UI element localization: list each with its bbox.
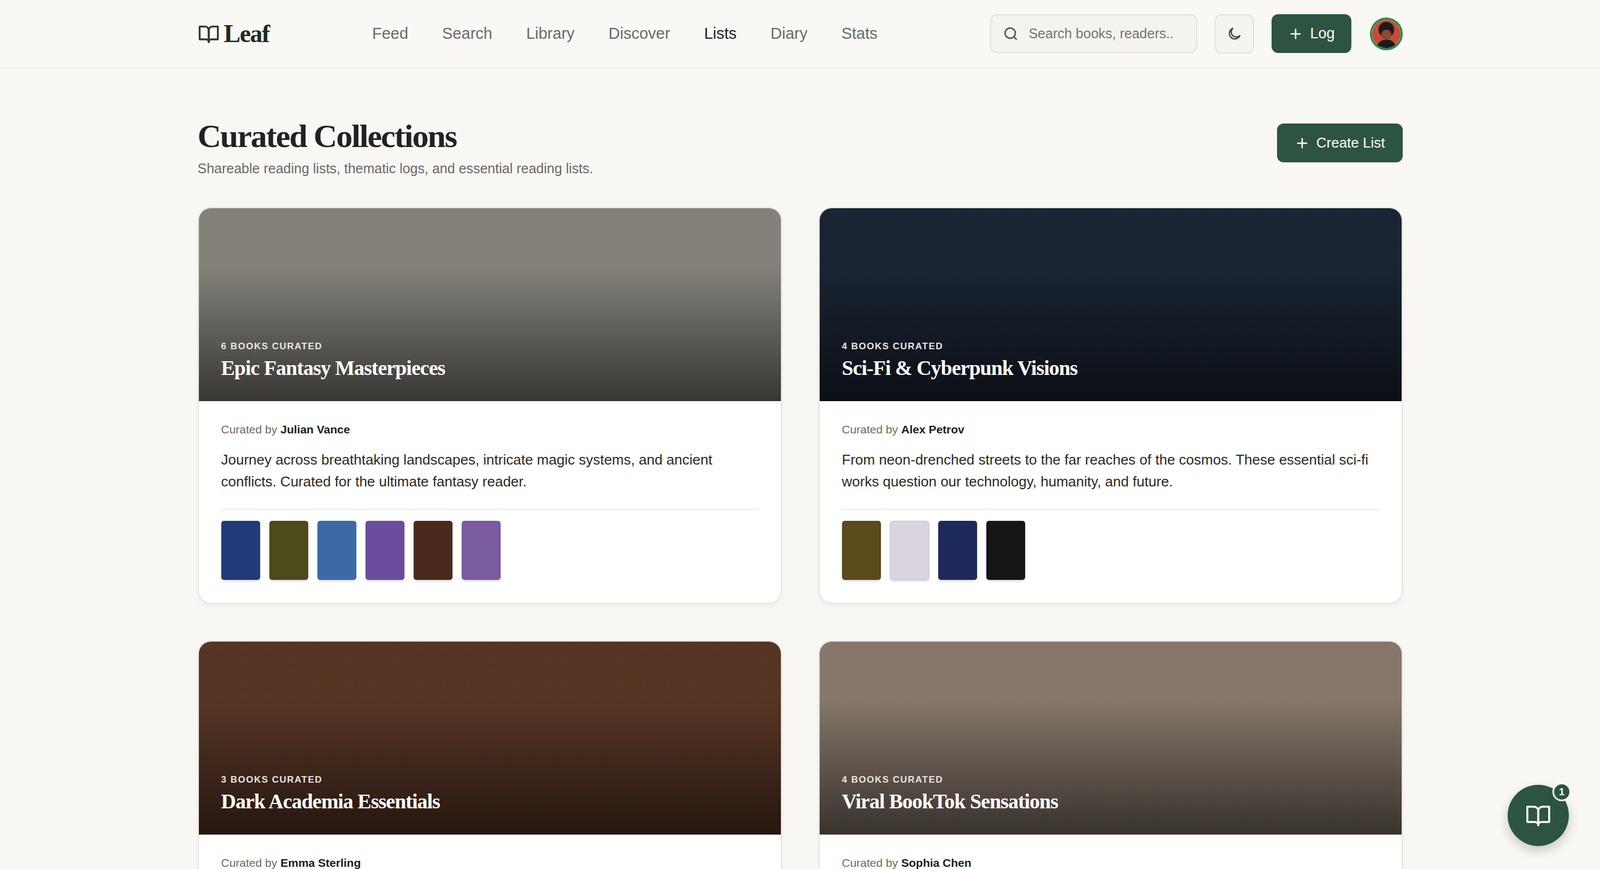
book-count: 4 BOOKS CURATED: [842, 340, 1078, 352]
main-nav: Feed Search Library Discover Lists Diary Stats: [372, 24, 878, 43]
main-content: Curated Collections Shareable reading li…: [197, 68, 1403, 869]
list-description: From neon-drenched streets to the far re…: [842, 449, 1380, 493]
app: Leaf Feed Search Library Discover Lists Diary…: [0, 0, 1600, 869]
book-cover[interactable]: [842, 520, 881, 580]
book-cover[interactable]: [938, 520, 978, 580]
page-header: Curated Collections Shareable reading li…: [197, 117, 1403, 177]
list-card[interactable]: 3 BOOKS CURATED Dark Academia Essentials…: [197, 640, 782, 869]
list-grid: 6 BOOKS CURATED Epic Fantasy Masterpiece…: [197, 207, 1403, 869]
brand-logo[interactable]: Leaf: [197, 19, 270, 49]
nav-link[interactable]: Lists: [703, 24, 737, 43]
list-banner: 4 BOOKS CURATED Viral BookTok Sensations: [819, 641, 1402, 835]
list-banner: 6 BOOKS CURATED Epic Fantasy Masterpiece…: [198, 208, 781, 402]
list-banner: 4 BOOKS CURATED Sci-Fi & Cyberpunk Visio…: [819, 208, 1402, 402]
nav-link[interactable]: Search: [442, 24, 493, 43]
book-open-icon: [1525, 802, 1552, 829]
curator-line: Curated by Sophia Chen: [842, 856, 1380, 869]
book-cover[interactable]: [890, 520, 929, 580]
log-label: Log: [1309, 25, 1335, 43]
list-card[interactable]: 4 BOOKS CURATED Viral BookTok Sensations…: [818, 640, 1403, 869]
nav-link[interactable]: Library: [526, 24, 575, 43]
cover-row: [221, 520, 759, 580]
nav-link[interactable]: Discover: [608, 24, 671, 43]
book-cover[interactable]: [269, 520, 309, 580]
book-cover[interactable]: [461, 520, 501, 580]
page-subtitle: Shareable reading lists, thematic logs, …: [197, 160, 594, 177]
curator-line: Curated by Emma Sterling: [221, 856, 759, 869]
list-card[interactable]: 6 BOOKS CURATED Epic Fantasy Masterpiece…: [197, 207, 782, 604]
curated-by-label: Curated by: [842, 422, 899, 437]
list-title: Dark Academia Essentials: [221, 789, 440, 814]
list-title: Epic Fantasy Masterpieces: [221, 356, 446, 381]
book-open-icon: [197, 22, 220, 45]
search-icon: [1002, 25, 1020, 43]
notification-badge: 1: [1552, 782, 1572, 802]
nav-link[interactable]: Stats: [841, 24, 878, 43]
top-bar: Leaf Feed Search Library Discover Lists Diary…: [0, 0, 1600, 69]
page-title: Curated Collections: [197, 117, 594, 156]
divider: [221, 508, 759, 510]
book-cover[interactable]: [986, 520, 1026, 580]
moon-icon: [1226, 25, 1243, 43]
curated-by-label: Curated by: [221, 856, 278, 869]
book-count: 6 BOOKS CURATED: [221, 340, 446, 352]
divider: [842, 508, 1380, 510]
log-button[interactable]: Log: [1271, 14, 1351, 54]
theme-toggle-button[interactable]: [1214, 14, 1255, 54]
list-card[interactable]: 4 BOOKS CURATED Sci-Fi & Cyberpunk Visio…: [818, 207, 1403, 604]
avatar-icon: [1372, 19, 1401, 49]
curated-by-label: Curated by: [842, 856, 899, 869]
curator-name[interactable]: Julian Vance: [280, 422, 350, 437]
curator-name[interactable]: Alex Petrov: [901, 422, 965, 437]
create-list-button[interactable]: Create List: [1277, 123, 1403, 163]
curator-line: Curated by Julian Vance: [221, 422, 759, 437]
list-title: Viral BookTok Sensations: [842, 789, 1059, 814]
curator-line: Curated by Alex Petrov: [842, 422, 1380, 437]
plus-icon: [1287, 26, 1304, 42]
curator-name[interactable]: Sophia Chen: [901, 856, 972, 869]
list-banner: 3 BOOKS CURATED Dark Academia Essentials: [198, 641, 781, 835]
book-cover[interactable]: [317, 520, 357, 580]
book-cover[interactable]: [413, 520, 453, 580]
create-list-label: Create List: [1316, 134, 1386, 152]
search-field[interactable]: Search books, readers..: [990, 14, 1198, 54]
cover-row: [842, 520, 1380, 580]
book-cover[interactable]: [221, 520, 261, 580]
book-count: 4 BOOKS CURATED: [842, 774, 1059, 786]
curated-by-label: Curated by: [221, 422, 278, 437]
nav-link[interactable]: Diary: [770, 24, 808, 43]
list-title: Sci-Fi & Cyberpunk Visions: [842, 356, 1078, 381]
search-placeholder: Search books, readers..: [1028, 25, 1174, 42]
plus-icon: [1294, 135, 1310, 151]
reading-fab-button[interactable]: 1: [1507, 784, 1569, 846]
nav-link[interactable]: Feed: [372, 24, 409, 43]
book-cover[interactable]: [365, 520, 405, 580]
brand-name: Leaf: [224, 19, 270, 49]
curator-name[interactable]: Emma Sterling: [280, 856, 361, 869]
book-count: 3 BOOKS CURATED: [221, 774, 440, 786]
user-avatar[interactable]: [1369, 17, 1403, 51]
list-description: Journey across breathtaking landscapes, …: [221, 449, 759, 493]
